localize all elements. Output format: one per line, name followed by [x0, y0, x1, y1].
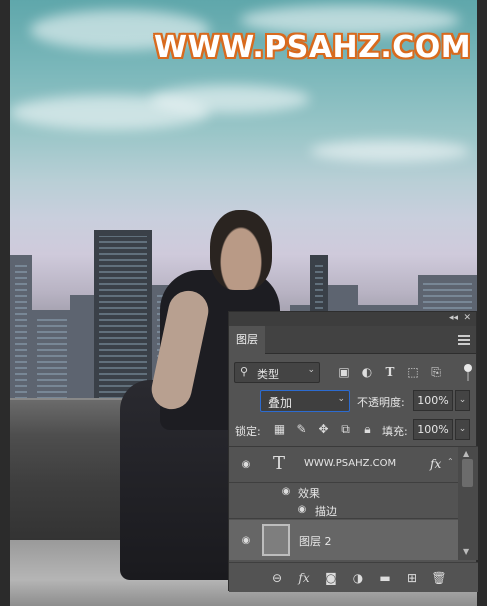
- panel-bottom-toolbar: ⊖ fx ◙ ◑ ▬ ⊞ 🗑︎: [229, 562, 478, 592]
- panel-title-bar[interactable]: ◂◂ ✕: [229, 312, 476, 326]
- layer-name: WWW.PSAHZ.COM: [304, 458, 397, 469]
- layer-row-text[interactable]: ◉ T WWW.PSAHZ.COM fx ⌃: [229, 447, 458, 483]
- opacity-label: 不透明度:: [357, 396, 405, 409]
- fill-input[interactable]: 100%: [413, 419, 453, 440]
- building: [70, 295, 94, 405]
- lock-position-icon[interactable]: ✥: [316, 422, 331, 437]
- layer-filter-row: ⚲ 类型 ⌄ ▣ ◐ T ⬚ ⎘: [229, 362, 478, 384]
- tab-layers[interactable]: 图层: [229, 326, 265, 354]
- man-head: [210, 210, 272, 290]
- visibility-eye-icon[interactable]: ◉: [295, 505, 309, 515]
- link-layers-icon[interactable]: ⊖: [269, 570, 285, 586]
- cloud: [150, 85, 310, 113]
- smart-object-filter-icon[interactable]: ⎘: [428, 364, 444, 380]
- lock-image-pixels-icon[interactable]: ✎: [294, 422, 309, 437]
- type-filter-icon[interactable]: T: [382, 364, 398, 380]
- layer-thumbnail: [262, 524, 290, 556]
- scroll-up-icon[interactable]: ▲: [463, 449, 469, 458]
- effects-label: 效果: [298, 487, 320, 500]
- blend-mode-select[interactable]: 叠加 ⌄: [260, 390, 350, 412]
- effects-row[interactable]: ◉ 效果: [229, 483, 458, 501]
- adjustment-layer-icon[interactable]: ◑: [350, 570, 366, 586]
- lock-artboard-icon[interactable]: ⧉: [338, 422, 353, 437]
- layer-name: 图层 2: [299, 535, 332, 548]
- delete-icon[interactable]: 🗑︎: [431, 570, 447, 586]
- lock-label: 锁定:: [235, 425, 261, 438]
- filter-kind-label: 类型: [257, 368, 279, 381]
- panel-tab-bar: 图层: [229, 326, 476, 354]
- layers-panel: ◂◂ ✕ 图层 ⚲ 类型 ⌄ ▣ ◐ T ⬚ ⎘ 叠加 ⌄ 不透明度: 100%…: [228, 311, 478, 592]
- fill-dropdown-button[interactable]: ⌄: [455, 419, 470, 440]
- scroll-down-icon[interactable]: ▼: [463, 547, 469, 556]
- visibility-eye-icon[interactable]: ◉: [279, 487, 293, 497]
- watermark-text: WWW.PSAHZ.COM: [154, 30, 472, 65]
- lock-transparent-pixels-icon[interactable]: ▦: [272, 422, 287, 437]
- building: [10, 255, 32, 405]
- opacity-dropdown-button[interactable]: ⌄: [455, 390, 470, 411]
- shape-filter-icon[interactable]: ⬚: [405, 364, 421, 380]
- visibility-eye-icon[interactable]: ◉: [239, 536, 253, 546]
- scroll-thumb[interactable]: [462, 459, 473, 487]
- adjustment-filter-icon[interactable]: ◐: [359, 364, 375, 380]
- chevron-down-icon: ⌄: [337, 394, 345, 404]
- lock-row: 锁定: ▦ ✎ ✥ ⧉ 🔒︎ 填充: 100% ⌄: [229, 419, 478, 441]
- opacity-input[interactable]: 100%: [413, 390, 453, 411]
- fx-icon[interactable]: fx: [296, 570, 312, 586]
- image-filter-icon[interactable]: ▣: [336, 364, 352, 380]
- layer-list-scrollbar[interactable]: ▲ ▼: [458, 447, 478, 560]
- cloud: [310, 140, 470, 162]
- layer-fx-badge: fx: [430, 457, 442, 471]
- chevron-down-icon: ⌄: [307, 365, 315, 375]
- panel-menu-icon[interactable]: [458, 335, 470, 345]
- layer-list: ◉ T WWW.PSAHZ.COM fx ⌃ ◉ 效果 ◉ 描边 ◉ 图层 2 …: [229, 446, 478, 560]
- type-layer-thumbnail-icon: T: [272, 453, 285, 474]
- stroke-effect-label: 描边: [315, 505, 337, 518]
- blend-row: 叠加 ⌄ 不透明度: 100% ⌄: [229, 390, 478, 412]
- filter-toggle[interactable]: [464, 364, 472, 382]
- close-panel-icon[interactable]: ✕: [463, 313, 471, 323]
- chevron-up-icon[interactable]: ⌃: [447, 457, 454, 466]
- search-icon: ⚲: [240, 365, 249, 378]
- lock-all-icon[interactable]: 🔒︎: [360, 422, 375, 437]
- visibility-eye-icon[interactable]: ◉: [239, 460, 253, 470]
- tower-building: [94, 230, 152, 405]
- new-group-icon[interactable]: ▬: [377, 570, 393, 586]
- add-mask-icon[interactable]: ◙: [323, 570, 339, 586]
- building: [32, 310, 72, 405]
- layer-row-layer2[interactable]: ◉ 图层 2: [229, 520, 458, 560]
- blend-mode-value: 叠加: [268, 396, 293, 410]
- collapse-panel-icon[interactable]: ◂◂: [449, 313, 458, 323]
- filter-kind-select[interactable]: ⚲ 类型 ⌄: [234, 362, 320, 383]
- new-layer-icon[interactable]: ⊞: [404, 570, 420, 586]
- fill-label: 填充:: [382, 425, 408, 438]
- stroke-effect-row[interactable]: ◉ 描边: [229, 501, 458, 519]
